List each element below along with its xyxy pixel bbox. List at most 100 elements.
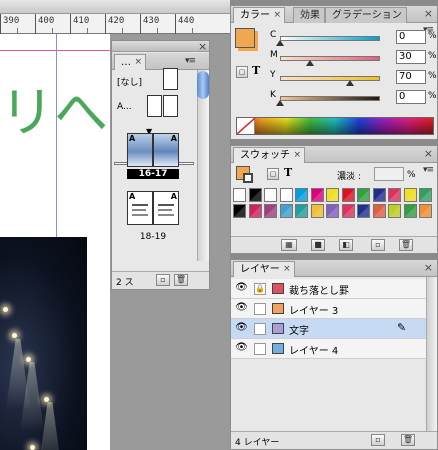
swatch-stroke-icon[interactable]	[243, 173, 253, 183]
color-swatch[interactable]	[326, 204, 339, 218]
magenta-slider[interactable]: M 30 %	[270, 50, 437, 66]
color-swatch[interactable]	[279, 188, 293, 202]
lock-toggle[interactable]	[254, 303, 266, 315]
close-icon[interactable]: ×	[424, 261, 433, 274]
close-icon[interactable]: ×	[283, 262, 291, 277]
close-icon[interactable]: ×	[424, 7, 433, 20]
headline-text-frame[interactable]: リへ	[0, 78, 110, 158]
color-swatch[interactable]	[403, 188, 417, 202]
color-swatch[interactable]	[248, 204, 262, 218]
color-swatch[interactable]	[295, 188, 308, 202]
yellow-slider[interactable]: Y 70 %	[270, 70, 437, 86]
color-swatch[interactable]	[341, 188, 355, 202]
text-format-icon[interactable]: T	[252, 64, 260, 77]
channel-gradient[interactable]	[280, 36, 380, 41]
layers-palette[interactable]: レイヤー × × ▾≡ 👁 🔒 裁ち落とし罫 👁 レイヤー 3 👁 文字 ✎ 👁…	[230, 259, 438, 450]
slider-knob[interactable]	[276, 40, 284, 46]
new-layer-icon[interactable]: ▫	[371, 434, 385, 446]
none-color-icon[interactable]	[236, 117, 256, 135]
color-swatch[interactable]	[233, 188, 246, 202]
close-icon[interactable]: ×	[424, 147, 433, 160]
trash-icon[interactable]: 🗑	[399, 239, 413, 251]
slider-knob[interactable]	[346, 80, 354, 86]
color-swatch[interactable]	[419, 188, 432, 202]
color-swatch[interactable]	[341, 204, 355, 218]
color-swatch[interactable]	[419, 204, 432, 218]
fill-color-swatch[interactable]	[235, 28, 255, 48]
spread-label[interactable]: 18-19	[127, 232, 179, 242]
layers-scrollbar[interactable]	[426, 277, 437, 432]
trash-icon[interactable]: 🗑	[174, 274, 188, 286]
close-icon[interactable]: ×	[198, 40, 207, 53]
master-none[interactable]: [なし]	[115, 68, 195, 94]
layer-row[interactable]: 👁 レイヤー 4	[231, 339, 437, 359]
color-swatch[interactable]	[357, 188, 370, 202]
color-swatch[interactable]	[248, 188, 262, 202]
eye-icon[interactable]: 👁	[234, 342, 249, 354]
color-palette[interactable]: カラー × 効果 グラデーション × ▾≡ ▢ T C 0 % M 30 % Y…	[230, 5, 438, 140]
color-swatch[interactable]	[357, 204, 370, 218]
lock-icon[interactable]: 🔒	[254, 283, 266, 295]
lock-toggle[interactable]	[254, 323, 266, 335]
color-swatch[interactable]	[279, 204, 293, 218]
black-slider[interactable]: K 0 %	[270, 90, 437, 106]
color-swatch[interactable]	[326, 188, 339, 202]
eye-icon[interactable]: 👁	[234, 322, 249, 334]
layer-row[interactable]: 👁 🔒 裁ち落とし罫	[231, 279, 437, 299]
swatches-palette[interactable]: スウォッチ × × ▾≡ ▢ T 濃淡 : % ▦ ■ ◧ ▫ 🗑	[230, 145, 438, 254]
lock-toggle[interactable]	[254, 343, 266, 355]
close-icon[interactable]: ×	[273, 8, 281, 23]
eye-icon[interactable]: 👁	[234, 302, 249, 314]
magenta-value-field[interactable]: 30	[396, 50, 426, 64]
channel-gradient[interactable]	[280, 96, 380, 101]
trash-icon[interactable]: 🗑	[401, 434, 415, 446]
pages-palette[interactable]: × … × ▾≡ [なし] A... ▼ A A 16-17 A A 18-19…	[111, 40, 210, 290]
scrollbar-thumb[interactable]	[197, 71, 209, 99]
apply-frame-icon[interactable]: ▢	[236, 66, 248, 78]
show-color-swatches-icon[interactable]: ■	[311, 239, 325, 251]
tab-layers[interactable]: レイヤー ×	[233, 261, 295, 277]
color-swatch[interactable]	[388, 188, 401, 202]
color-swatch[interactable]	[403, 204, 417, 218]
new-swatch-icon[interactable]: ▫	[371, 239, 385, 251]
palette-menu-icon[interactable]: ▾≡	[423, 165, 434, 175]
swatch-grid[interactable]	[233, 188, 435, 220]
show-gradient-swatches-icon[interactable]: ◧	[339, 239, 353, 251]
color-swatch[interactable]	[264, 188, 277, 202]
slider-knob[interactable]	[276, 100, 284, 106]
color-swatch[interactable]	[388, 204, 401, 218]
color-swatch[interactable]	[295, 204, 308, 218]
tab-effects[interactable]: 効果	[293, 7, 325, 23]
color-swatch[interactable]	[264, 204, 277, 218]
master-a[interactable]: A...	[115, 95, 195, 121]
yellow-value-field[interactable]: 70	[396, 70, 426, 84]
layer-row-selected[interactable]: 👁 文字 ✎	[231, 319, 437, 339]
close-icon[interactable]: ×	[293, 148, 301, 163]
spread-18-19[interactable]: A A	[127, 191, 179, 225]
spread-label[interactable]: 16-17	[127, 169, 179, 179]
placed-photo[interactable]	[0, 237, 87, 450]
color-swatch[interactable]	[372, 188, 386, 202]
cyan-value-field[interactable]: 0	[396, 30, 426, 44]
channel-gradient[interactable]	[280, 76, 380, 81]
text-format-icon[interactable]: T	[284, 166, 292, 179]
spread-16-17[interactable]: A A	[127, 133, 179, 167]
show-all-swatches-icon[interactable]: ▦	[281, 239, 297, 251]
apply-frame-icon[interactable]: ▢	[267, 168, 279, 180]
channel-gradient[interactable]	[280, 56, 380, 61]
horizontal-ruler[interactable]: 390 400 410 420 430 440	[0, 14, 230, 34]
eye-icon[interactable]: 👁	[234, 282, 249, 294]
color-swatch[interactable]	[310, 204, 324, 218]
slider-knob[interactable]	[306, 60, 314, 66]
pages-titlebar[interactable]: ×	[112, 40, 209, 53]
new-page-icon[interactable]: ▫	[156, 274, 170, 286]
color-swatch[interactable]	[310, 188, 324, 202]
layer-row[interactable]: 👁 レイヤー 3	[231, 299, 437, 319]
tab-swatches[interactable]: スウォッチ ×	[233, 147, 305, 163]
color-swatch[interactable]	[372, 204, 386, 218]
palette-menu-icon[interactable]: ▾≡	[185, 56, 196, 66]
color-swatch[interactable]	[233, 204, 246, 218]
tab-color[interactable]: カラー ×	[233, 7, 285, 23]
tint-field[interactable]	[374, 167, 404, 181]
cyan-slider[interactable]: C 0 %	[270, 30, 437, 46]
